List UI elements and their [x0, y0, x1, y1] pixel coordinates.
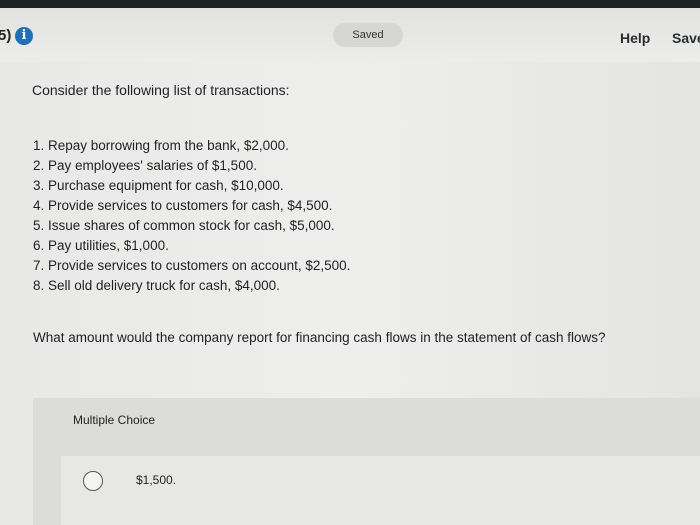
multiple-choice-label: Multiple Choice	[73, 413, 156, 427]
radio-button[interactable]	[83, 471, 103, 491]
question-prompt: What amount would the company report for…	[33, 330, 606, 345]
question-intro: Consider the following list of transacti…	[32, 82, 290, 98]
answer-option[interactable]: $1,500.	[61, 456, 700, 525]
question-content: Consider the following list of transacti…	[0, 62, 700, 525]
multiple-choice-panel: Multiple Choice $1,500.	[33, 398, 700, 525]
save-button[interactable]: Save	[672, 30, 700, 46]
transaction-item: 3. Purchase equipment for cash, $10,000.	[33, 178, 284, 193]
saved-status-badge: Saved	[333, 23, 403, 47]
transaction-item: 5. Issue shares of common stock for cash…	[33, 218, 335, 233]
transaction-item: 8. Sell old delivery truck for cash, $4,…	[33, 278, 280, 293]
transaction-item: 2. Pay employees' salaries of $1,500.	[33, 158, 257, 173]
transaction-item: 6. Pay utilities, $1,000.	[33, 238, 169, 253]
answer-option-text: $1,500.	[136, 473, 177, 487]
transaction-item: 1. Repay borrowing from the bank, $2,000…	[33, 138, 289, 153]
question-number: 5)	[0, 27, 12, 44]
transaction-item: 7. Provide services to customers on acco…	[33, 258, 351, 273]
info-icon[interactable]: i	[15, 27, 33, 45]
help-button[interactable]: Help	[620, 30, 650, 46]
transaction-item: 4. Provide services to customers for cas…	[33, 198, 333, 213]
top-bar: 5) i Saved Help Save	[0, 0, 700, 62]
transaction-list: 1. Repay borrowing from the bank, $2,000…	[33, 136, 350, 296]
